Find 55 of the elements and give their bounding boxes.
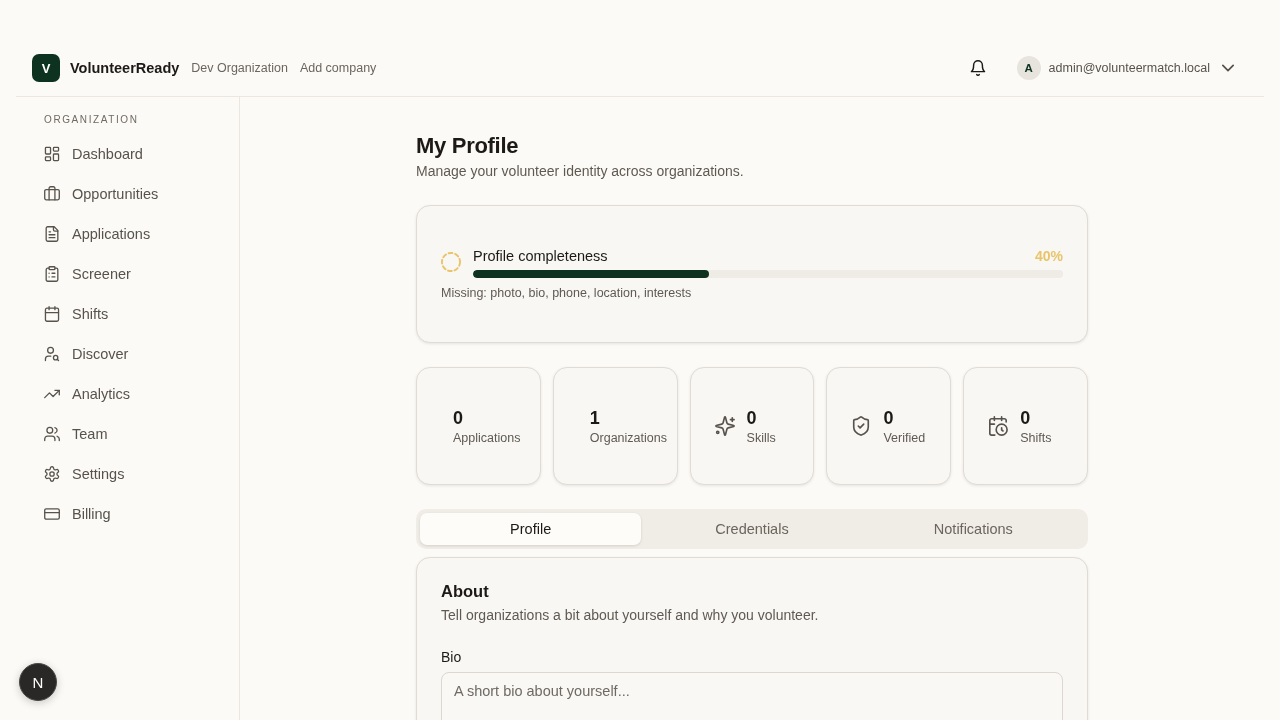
stat-label: Skills xyxy=(746,430,776,446)
stat-label: Shifts xyxy=(1020,430,1052,446)
bio-field[interactable]: A short bio about yourself... xyxy=(441,672,1063,720)
user-avatar: A xyxy=(1016,56,1041,80)
completeness-label: Profile completeness xyxy=(473,247,608,266)
page-title: My Profile xyxy=(416,132,520,160)
nav-item[interactable]: Screener xyxy=(32,254,223,294)
briefcase-icon xyxy=(44,186,60,202)
calendar-clock-icon xyxy=(988,416,1009,436)
dashed-circle-icon xyxy=(441,252,461,272)
stat-label: Organizations xyxy=(589,430,667,446)
stat-value: 1 xyxy=(589,407,601,430)
stat-value: 0 xyxy=(746,407,758,430)
stat-value: 0 xyxy=(453,407,464,430)
stat-value: 0 xyxy=(1020,407,1032,430)
nav-item[interactable]: Shifts xyxy=(32,294,223,334)
tab[interactable]: Profile xyxy=(420,513,642,545)
nav-item[interactable]: Applications xyxy=(32,214,223,254)
document-icon xyxy=(44,226,60,242)
dev-tools-button[interactable]: N xyxy=(19,663,57,701)
stat-value: 0 xyxy=(883,407,895,430)
nav-item[interactable]: Analytics xyxy=(32,374,223,414)
nav-item[interactable]: Settings xyxy=(32,454,223,494)
field-label: Bio xyxy=(441,648,463,667)
missing-fields-text: Missing: photo, bio, phone, location, interests xyxy=(441,285,693,301)
clipboard-icon xyxy=(44,266,60,282)
calendar-icon xyxy=(44,306,60,322)
chevron-down-icon xyxy=(1222,62,1234,74)
stat-label: Verified xyxy=(883,430,926,446)
section-description: Tell organizations a bit about yourself and why you volunteer. xyxy=(441,606,820,625)
user-menu-button[interactable]: admin@volunteermatch.local xyxy=(1040,52,1242,84)
nav-item[interactable]: Discover xyxy=(32,334,223,374)
stat-label: Applications xyxy=(453,430,521,446)
users-icon xyxy=(44,426,60,442)
sparkle-icon xyxy=(714,416,735,436)
section-title: About xyxy=(441,581,490,602)
tab[interactable]: Credentials xyxy=(641,513,863,545)
bell-icon xyxy=(969,60,986,76)
settings-icon xyxy=(44,466,60,482)
nav-item[interactable]: Team xyxy=(32,414,223,454)
credit-card-icon xyxy=(44,506,60,522)
brand-name[interactable]: VolunteerReady xyxy=(70,60,180,76)
user-search-icon xyxy=(44,346,60,362)
page-subtitle: Manage your volunteer identity across organizations. xyxy=(416,162,745,181)
completeness-percent: 40% xyxy=(1034,247,1063,266)
nav-item[interactable]: Billing xyxy=(32,494,223,534)
add-company-link[interactable]: Add company xyxy=(299,61,377,75)
nav-item[interactable]: Opportunities xyxy=(32,174,223,214)
tab[interactable]: Notifications xyxy=(862,513,1084,545)
organization-name[interactable]: Dev Organization xyxy=(191,61,288,75)
logo-mark[interactable]: V xyxy=(32,54,60,82)
shield-check-icon xyxy=(851,416,872,436)
nav-item[interactable]: Dashboard xyxy=(32,134,223,174)
section-label: ORGANIZATION xyxy=(43,113,140,127)
grid-icon xyxy=(44,146,60,162)
